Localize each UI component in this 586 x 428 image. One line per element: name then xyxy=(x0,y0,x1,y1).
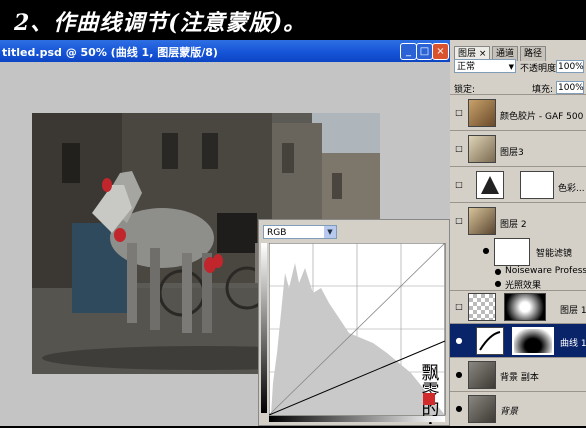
visibility-toggle[interactable]: □ xyxy=(453,108,465,118)
layer-name: 背景 副本 xyxy=(500,373,539,383)
layer-row[interactable]: □ 色彩... xyxy=(450,166,586,202)
filter-row[interactable]: ● Noiseware Professional xyxy=(450,266,586,278)
layer-name: 背景 xyxy=(500,407,519,417)
layer-name: 色彩... xyxy=(558,184,585,194)
layers-panel: 图层 × 通道 路径 正常 ▼ 不透明度: 100% 锁定: 填充: 100% □… xyxy=(450,40,586,426)
fill-field[interactable]: 100% xyxy=(556,81,584,94)
layer-mask-thumbnail[interactable] xyxy=(512,327,554,355)
chevron-down-icon: ▼ xyxy=(324,226,336,238)
layer-thumbnail xyxy=(468,395,496,423)
layer-row[interactable]: □ 图层 2 xyxy=(450,202,586,238)
layer-name: Noiseware Professional xyxy=(505,266,586,276)
eye-icon[interactable]: ● xyxy=(492,267,504,277)
output-gradient xyxy=(261,243,267,413)
visibility-toggle[interactable]: □ xyxy=(453,144,465,154)
visibility-toggle[interactable]: □ xyxy=(453,302,465,312)
layer-thumbnail xyxy=(468,293,496,321)
maximize-icon[interactable]: □ xyxy=(416,43,433,60)
layer-row[interactable]: □ 图层 1 xyxy=(450,290,586,323)
document-title: titled.psd @ 50% (曲线 1, 图层蒙版/8) xyxy=(2,46,218,59)
layer-row-selected[interactable]: ● 曲线 1 xyxy=(450,323,586,357)
curves-dialog: RGB ▼ 飘零的人 xyxy=(258,219,450,428)
layer-thumbnail xyxy=(468,207,496,235)
layer-row[interactable]: ● 背景 xyxy=(450,391,586,426)
layer-name: 图层 2 xyxy=(500,220,527,230)
layer-name: 图层 1 xyxy=(560,306,586,316)
layer-name: 智能滤镜 xyxy=(536,249,573,259)
channel-select[interactable]: RGB ▼ xyxy=(263,225,337,239)
layer-name: 颜色胶片 - GAF 500 ... xyxy=(500,112,586,122)
layer-row[interactable]: □ 颜色胶片 - GAF 500 ... xyxy=(450,94,586,130)
eye-icon[interactable]: ● xyxy=(480,246,492,256)
minimize-icon[interactable]: _ xyxy=(400,43,417,60)
layer-row[interactable]: □ 图层3 xyxy=(450,130,586,166)
tab-paths[interactable]: 路径 xyxy=(520,46,547,61)
layer-thumbnail xyxy=(468,361,496,389)
layer-mask-thumbnail[interactable] xyxy=(504,293,546,321)
filter-row[interactable]: ● 光照效果 xyxy=(450,278,586,291)
visibility-toggle[interactable]: □ xyxy=(453,216,465,226)
chevron-down-icon: ▼ xyxy=(508,63,514,71)
layer-name: 曲线 1 xyxy=(560,339,586,349)
input-gradient xyxy=(269,416,445,422)
layer-thumbnail xyxy=(468,135,496,163)
document-titlebar[interactable]: titled.psd @ 50% (曲线 1, 图层蒙版/8) _ □ × xyxy=(0,40,450,62)
opacity-label: 不透明度: xyxy=(520,64,560,74)
eye-icon[interactable]: ● xyxy=(453,370,465,380)
curves-adjustment-icon xyxy=(476,327,504,355)
layer-name: 图层3 xyxy=(500,148,524,158)
opacity-field[interactable]: 100% xyxy=(556,60,584,73)
filter-mask-thumbnail xyxy=(494,238,530,266)
layer-row[interactable]: ● 背景 副本 xyxy=(450,357,586,391)
smart-filter-row[interactable]: ● 智能滤镜 xyxy=(450,238,586,266)
layer-thumbnail xyxy=(468,99,496,127)
channel-label: RGB xyxy=(267,228,287,238)
panel-tabs: 图层 × 通道 路径 xyxy=(450,42,586,61)
eye-icon[interactable]: ● xyxy=(492,279,504,289)
blend-mode-select[interactable]: 正常 ▼ xyxy=(454,59,516,73)
curve-graph[interactable]: 飘零的人 xyxy=(268,242,446,428)
close-icon[interactable]: × xyxy=(432,43,449,60)
eye-icon[interactable]: ● xyxy=(453,336,465,346)
adjustment-icon xyxy=(476,171,504,199)
visibility-toggle[interactable]: □ xyxy=(453,180,465,190)
eye-icon[interactable]: ● xyxy=(453,404,465,414)
tutorial-banner: 2、作曲线调节(注意蒙版)。 xyxy=(0,0,586,40)
step-title: 2、作曲线调节(注意蒙版)。 xyxy=(14,10,307,36)
layer-mask-thumbnail[interactable] xyxy=(520,171,554,199)
